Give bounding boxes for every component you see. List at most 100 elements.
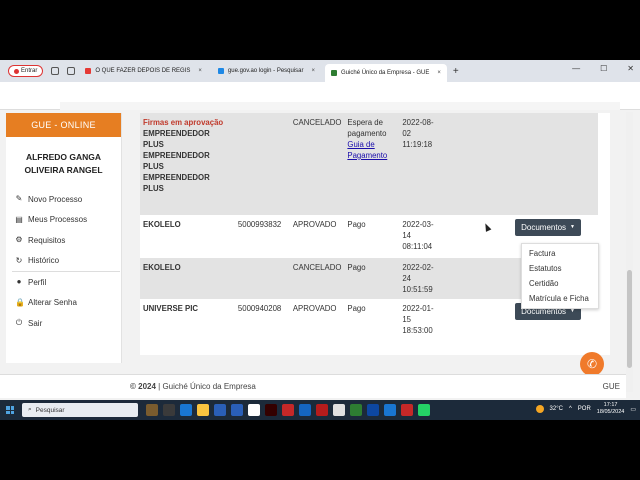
tab-actions-icon[interactable] <box>67 67 76 75</box>
list-icon: ▤ <box>15 214 23 224</box>
menu-item-certidao[interactable]: Certidão <box>522 276 598 291</box>
sidebar-item-meus-processos[interactable]: ▤ Meus Processos <box>6 210 121 231</box>
close-tab-icon[interactable]: × <box>437 70 441 76</box>
sidebar-item-perfil[interactable]: ● Perfil <box>6 272 121 293</box>
security-icon[interactable] <box>299 404 311 416</box>
browser-tab[interactable]: gue.gov.ao login - Pesquisar × <box>212 63 321 79</box>
date-cell: 2022-01-15 18:53:00 <box>402 304 434 335</box>
history-icon: ↻ <box>15 255 23 265</box>
photoshop-icon[interactable] <box>367 404 379 416</box>
close-window-button[interactable]: ✕ <box>627 64 634 73</box>
address-bar[interactable] <box>60 102 620 110</box>
close-tab-icon[interactable]: × <box>198 68 202 74</box>
recorder-watermark: Recorded with iTop Screen Recorder <box>228 234 384 245</box>
language-indicator[interactable]: POR <box>578 406 591 412</box>
documents-button[interactable]: Documentos ▼ <box>515 219 581 237</box>
copyright-text: | Guiché Único da Empresa <box>158 382 256 391</box>
weather-temp[interactable]: 32°C <box>550 406 563 412</box>
new-tab-button[interactable]: + <box>453 66 459 77</box>
sidebar-item-historico[interactable]: ↻ Histórico <box>6 251 121 272</box>
task-view-icon[interactable] <box>163 404 175 416</box>
widget-icon[interactable] <box>146 404 158 416</box>
date-cell: 2022-03-14 08:11:04 <box>402 220 434 251</box>
search-tab-icon <box>217 68 224 74</box>
edge-icon[interactable] <box>180 404 192 416</box>
whatsapp-app-icon[interactable] <box>418 404 430 416</box>
payment-guide-link[interactable]: Guia de Pagamento <box>347 139 396 161</box>
recorder-icon[interactable] <box>401 404 413 416</box>
tab-title: gue.gov.ao login - Pesquisar <box>227 68 304 74</box>
date-cell: 2022-02-24 10:51:59 <box>402 263 434 294</box>
tray-chevron-icon[interactable]: ^ <box>569 406 572 412</box>
address-bar-area <box>0 82 640 110</box>
caret-down-icon: ▼ <box>570 308 575 315</box>
payment-status: Espera de pagamento <box>347 118 387 138</box>
app-icon[interactable] <box>282 404 294 416</box>
file-explorer-icon[interactable] <box>197 404 209 416</box>
store-icon[interactable] <box>248 404 260 416</box>
sidebar-item-sair[interactable]: ⏻ Sair <box>6 313 121 334</box>
user-name: ALFREDO GANGA OLIVEIRA RANGEL <box>6 151 121 177</box>
profile-icon <box>14 68 19 74</box>
company-cell: EKOLELO <box>143 263 181 272</box>
office-app-icon[interactable] <box>214 404 226 416</box>
clock[interactable]: 17:17 18/05/2024 <box>597 402 625 416</box>
workspaces-icon[interactable] <box>51 67 60 75</box>
payment-cell: Espera de pagamento Guia de Pagamento <box>344 113 399 215</box>
profile-button[interactable]: Entrar <box>8 65 44 77</box>
nif-cell <box>235 113 290 215</box>
scrollbar-thumb[interactable] <box>627 270 632 368</box>
tab-title: Guiché Único da Empresa - GUE <box>341 70 430 76</box>
gears-icon: ⚙ <box>15 235 23 245</box>
minimize-button[interactable]: — <box>572 64 580 73</box>
office-app-icon[interactable] <box>231 404 243 416</box>
taskbar-apps <box>146 404 430 416</box>
date-cell: 2022-08-02 11:19:18 <box>402 118 434 149</box>
menu-item-estatutos[interactable]: Estatutos <box>522 261 598 276</box>
copyright-year: © 2024 <box>130 382 156 391</box>
user-name-line: ALFREDO GANGA <box>25 152 102 162</box>
acrobat-icon[interactable] <box>316 404 328 416</box>
copyright: © 2024 | Guiché Único da Empresa <box>130 382 256 391</box>
search-icon: ⌕ <box>28 406 32 413</box>
menu-item-factura[interactable]: Factura <box>522 246 598 261</box>
browser-tab-active[interactable]: Guiché Único da Empresa - GUE × <box>325 64 447 82</box>
footer-brand: GUE <box>602 382 620 391</box>
company-cell: Firmas em aprovação EMPREENDEDOR PLUS EM… <box>140 113 235 215</box>
user-name-line: OLIVEIRA RANGEL <box>24 165 103 175</box>
browser-tab-bar: Entrar O QUE FAZER DEPOIS DE REGIS × gue… <box>0 60 640 82</box>
whatsapp-icon[interactable]: ✆ <box>580 352 604 376</box>
documents-cell <box>441 113 598 215</box>
close-tab-icon[interactable]: × <box>312 68 316 74</box>
app-icon[interactable] <box>350 404 362 416</box>
sidebar-item-alterar-senha[interactable]: 🔒 Alterar Senha <box>6 293 121 314</box>
lock-icon: 🔒 <box>15 297 25 307</box>
sidebar-item-requisitos[interactable]: ⚙ Requisitos <box>6 230 121 251</box>
profile-label: Entrar <box>21 68 38 74</box>
documents-button-label: Documentos <box>521 223 567 232</box>
youtube-icon <box>85 68 92 74</box>
sidebar-item-label: Alterar Senha <box>28 298 77 308</box>
sidebar-item-novo-processo[interactable]: ✎ Novo Processo <box>6 189 121 210</box>
taskbar: ⌕ Pesquisar 32°C ^ POR 17:17 18/05/2024 … <box>0 400 640 420</box>
payment-cell: Pago <box>347 304 366 313</box>
maximize-button[interactable]: ☐ <box>600 64 607 73</box>
sidebar-item-label: Meus Processos <box>28 215 88 225</box>
page-footer: © 2024 | Guiché Único da Empresa GUE <box>0 374 626 398</box>
site-favicon-icon <box>331 70 338 76</box>
app-icon[interactable] <box>333 404 345 416</box>
company-cell: EKOLELO <box>143 220 181 229</box>
notifications-icon[interactable]: ▭ <box>630 406 636 413</box>
browser-icon[interactable] <box>384 404 396 416</box>
illustrator-icon[interactable] <box>265 404 277 416</box>
status-cell: APROVADO <box>292 304 337 313</box>
documents-dropdown-menu: Factura Estatutos Certidão Matrícula e F… <box>521 243 599 309</box>
clock-time: 17:17 <box>603 402 618 408</box>
windows-start-icon[interactable] <box>6 406 14 414</box>
company-names: EMPREENDEDOR PLUS EMPREENDEDOR PLUS EMPR… <box>143 129 210 193</box>
taskbar-search[interactable]: ⌕ Pesquisar <box>22 403 138 417</box>
menu-item-matricula[interactable]: Matrícula e Ficha <box>522 291 598 306</box>
browser-tab[interactable]: O QUE FAZER DEPOIS DE REGIS × <box>79 63 208 79</box>
page-scrollbar[interactable] <box>626 112 633 392</box>
sidebar-item-label: Histórico <box>28 256 60 266</box>
